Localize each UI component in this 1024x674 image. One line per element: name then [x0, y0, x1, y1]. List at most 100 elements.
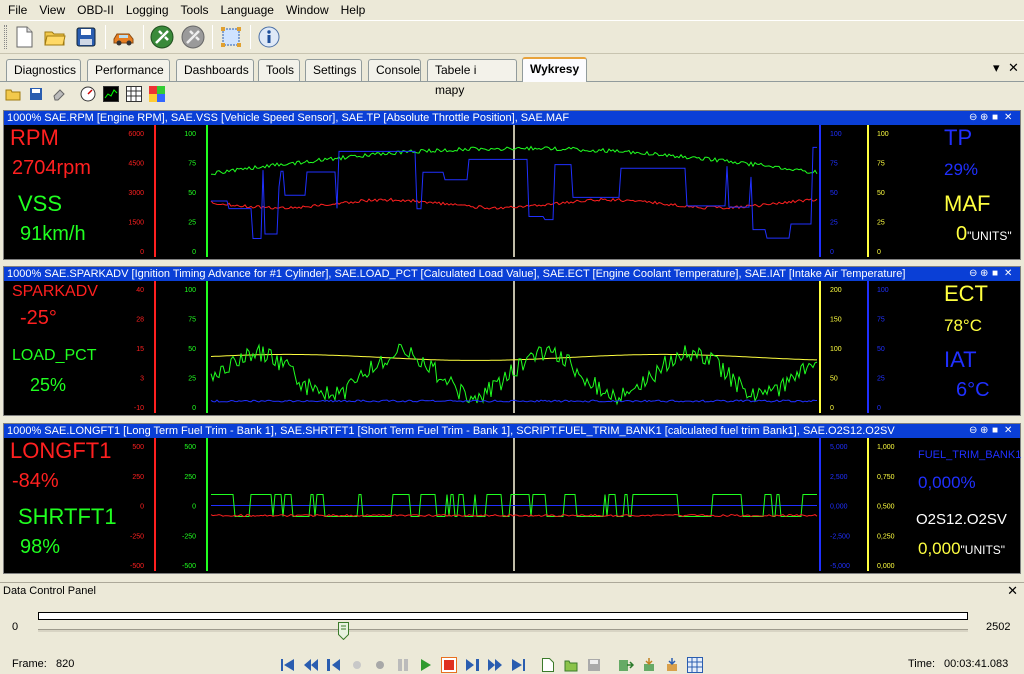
fast-rewind-button[interactable] [303, 657, 319, 673]
vehicle-button[interactable] [111, 24, 137, 50]
log-save-button[interactable] [586, 657, 602, 673]
menu-logging[interactable]: Logging [120, 0, 175, 20]
car-icon [113, 33, 134, 46]
tab-diagnostics[interactable]: Diagnostics [6, 59, 81, 81]
layout-button[interactable] [218, 24, 244, 50]
menu-obd-ii[interactable]: OBD-II [71, 0, 120, 20]
connect-button[interactable] [149, 24, 175, 50]
minimize-icon[interactable]: ⊖ [969, 267, 977, 281]
eraser-icon [53, 89, 65, 101]
maximize-icon[interactable]: ■ [992, 111, 998, 125]
menu-view[interactable]: View [33, 0, 71, 20]
tab-wykresy[interactable]: Wykresy [522, 57, 587, 82]
new-file-button[interactable] [11, 24, 37, 50]
axis-tick-label: 0 [192, 249, 196, 256]
export-button[interactable] [618, 657, 634, 673]
close-icon[interactable]: ✕ [1008, 61, 1019, 75]
play-button[interactable] [418, 657, 434, 673]
graph-button[interactable] [102, 85, 120, 103]
step-forward-icon [466, 659, 479, 671]
toolbar-grip[interactable] [4, 25, 7, 49]
map-button[interactable] [148, 85, 166, 103]
stop-button[interactable] [441, 657, 457, 673]
log-new-button[interactable] [540, 657, 556, 673]
gauge-button[interactable] [79, 85, 97, 103]
menu-tools[interactable]: Tools [175, 0, 215, 20]
tab-performance[interactable]: Performance [87, 59, 170, 81]
right-value-label: O2S12.O2SV [916, 511, 1007, 528]
info-button[interactable] [256, 24, 282, 50]
menu-file[interactable]: File [2, 0, 33, 20]
settings-grid-button[interactable] [687, 657, 703, 673]
axis-tick-label: 0,750 [877, 474, 895, 481]
dropdown-arrow-icon[interactable]: ▾ [993, 61, 1000, 75]
menu-window[interactable]: Window [280, 0, 335, 20]
go-end-button[interactable] [510, 657, 526, 673]
step-forward-button[interactable] [464, 657, 480, 673]
chart-save-button[interactable] [27, 85, 45, 103]
chart-open-button[interactable] [4, 85, 22, 103]
chart-clear-button[interactable] [50, 85, 68, 103]
record-button-2[interactable] [372, 657, 388, 673]
axis-tick-label: 50 [877, 190, 885, 197]
axis-tick-label: 0 [192, 504, 196, 511]
panel-plot[interactable]: 6000 4500 3000 1500 0 100 75 50 25 0 100 75 50 25 0 100… [4, 125, 1020, 257]
close-icon[interactable]: ✕ [1004, 424, 1012, 438]
axis-tick-label: 200 [830, 287, 842, 294]
pause-button[interactable] [395, 657, 411, 673]
skip-end-icon [512, 659, 525, 671]
step-back-button[interactable] [326, 657, 342, 673]
slider-min-label: 0 [12, 621, 19, 633]
axis-tick-label: 100 [877, 287, 889, 294]
menu-help[interactable]: Help [335, 0, 372, 20]
save-button[interactable] [73, 24, 99, 50]
tab-console[interactable]: Console [368, 59, 421, 81]
maximize-icon[interactable]: ■ [992, 424, 998, 438]
axis-tick-label: 25 [877, 220, 885, 227]
fast-forward-button[interactable] [487, 657, 503, 673]
right-value-text: 6°C [956, 379, 990, 401]
fast-forward-icon [488, 659, 502, 671]
timeline-slider-track[interactable] [38, 629, 968, 632]
add-icon[interactable]: ⊕ [980, 267, 988, 281]
units-suffix: "UNITS" [967, 229, 1012, 243]
menu-language[interactable]: Language [215, 0, 280, 20]
timeline-slider-thumb[interactable] [338, 622, 350, 640]
axis-tick-label: 50 [830, 190, 838, 197]
tab-dashboards[interactable]: Dashboards [176, 59, 254, 81]
open-file-button[interactable] [42, 24, 68, 50]
maximize-icon[interactable]: ■ [992, 267, 998, 281]
left-value-label: 98% [20, 536, 61, 558]
axis-tick-label: 50 [877, 346, 885, 353]
axis-tick-label: -5,000 [830, 563, 850, 570]
disconnect-button[interactable] [180, 24, 206, 50]
minimize-icon[interactable]: ⊖ [969, 111, 977, 125]
table-icon [126, 86, 142, 102]
log-open-button[interactable] [563, 657, 579, 673]
pause-icon [398, 659, 408, 671]
tab-tools[interactable]: Tools [258, 59, 300, 81]
close-icon[interactable]: ✕ [1007, 583, 1018, 599]
close-icon[interactable]: ✕ [1004, 111, 1012, 125]
add-icon[interactable]: ⊕ [980, 424, 988, 438]
tab-tabele-i-mapy[interactable]: Tabele i mapy [427, 59, 517, 97]
axis-tick-label: 100 [877, 131, 889, 138]
panel-plot[interactable]: 500 250 0 -250 -500 500 250 0 -250 -500 5,000 2,500… [4, 438, 1020, 571]
minimize-icon[interactable]: ⊖ [969, 424, 977, 438]
chart-panel-rpm: 1000% SAE.RPM [Engine RPM], SAE.VSS [Veh… [3, 110, 1021, 260]
go-start-button[interactable] [280, 657, 296, 673]
axis-tick-label: 100 [830, 131, 842, 138]
axis-tick-label: 0 [877, 249, 881, 256]
record-button-1[interactable] [349, 657, 365, 673]
import-button[interactable] [641, 657, 657, 673]
tab-settings[interactable]: Settings [305, 59, 362, 81]
panel-plot[interactable]: 4028153-10100755025020015010050010075502… [4, 281, 1020, 413]
right-value-label: 0"UNITS" [956, 223, 1012, 246]
folder-icon [5, 89, 21, 101]
axis-tick-label: 0 [140, 504, 144, 511]
add-icon[interactable]: ⊕ [980, 111, 988, 125]
frame-value: 820 [56, 658, 75, 670]
download-button[interactable] [664, 657, 680, 673]
close-icon[interactable]: ✕ [1004, 267, 1012, 281]
table-button[interactable] [125, 85, 143, 103]
